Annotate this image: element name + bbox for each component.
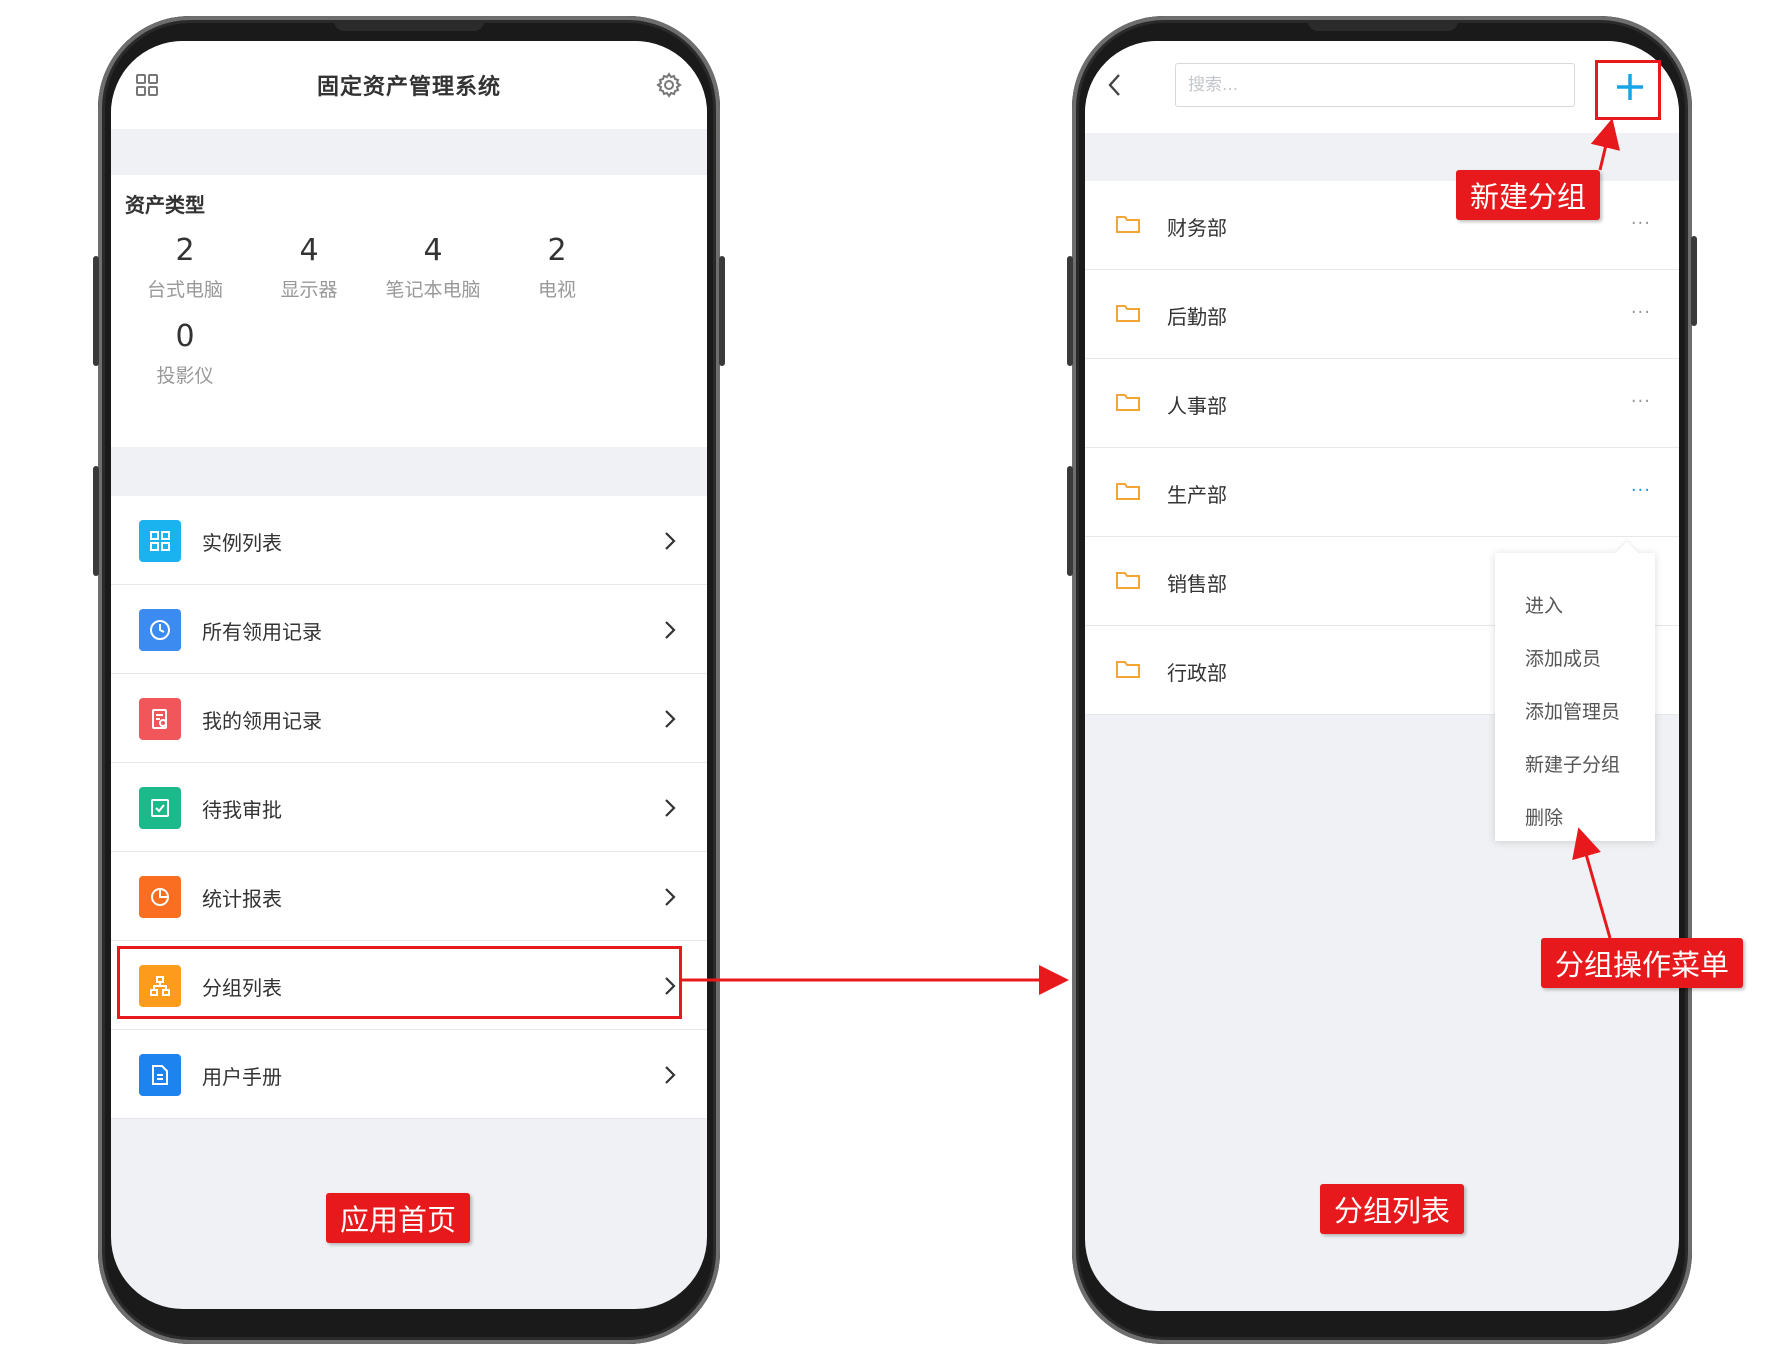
annotation-group-list: 分组列表 bbox=[1320, 1184, 1465, 1234]
arrow-to-action-menu bbox=[1572, 827, 1612, 939]
annotation-home: 应用首页 bbox=[326, 1193, 471, 1243]
annotation-group-menu: 分组操作菜单 bbox=[1541, 938, 1744, 988]
annotation-new-group: 新建分组 bbox=[1456, 170, 1601, 220]
arrow-to-add-button bbox=[1590, 118, 1621, 171]
